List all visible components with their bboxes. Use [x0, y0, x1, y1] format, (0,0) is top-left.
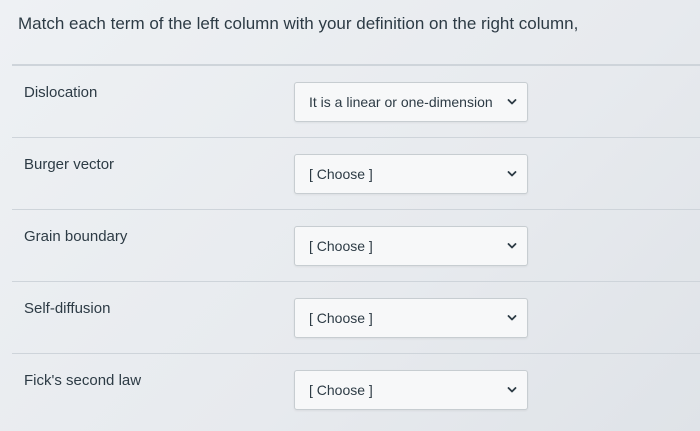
answer-value: [ Choose ]: [309, 382, 373, 398]
term-label: Burger vector: [24, 156, 115, 173]
answer-value: [ Choose ]: [309, 310, 373, 326]
chevron-down-icon: [507, 243, 517, 249]
answer-value: It is a linear or one-dimension: [309, 94, 493, 110]
answer-value: [ Choose ]: [309, 238, 373, 254]
chevron-down-icon: [507, 315, 517, 321]
term-label: Grain boundary: [24, 228, 128, 245]
match-row-dislocation: Dislocation It is a linear or one-dimens…: [12, 66, 700, 138]
answer-select-ficks-second-law[interactable]: [ Choose ]: [294, 370, 528, 410]
answer-select-self-diffusion[interactable]: [ Choose ]: [294, 298, 528, 338]
match-row-grain-boundary: Grain boundary [ Choose ]: [12, 210, 700, 282]
answer-select-dislocation[interactable]: It is a linear or one-dimension: [294, 82, 528, 122]
match-row-ficks-second-law: Fick's second law [ Choose ]: [12, 354, 700, 425]
match-row-burger-vector: Burger vector [ Choose ]: [12, 138, 700, 210]
chevron-down-icon: [507, 171, 517, 177]
match-list: Dislocation It is a linear or one-dimens…: [12, 66, 700, 425]
term-label: Dislocation: [24, 84, 98, 101]
match-row-self-diffusion: Self-diffusion [ Choose ]: [12, 282, 700, 354]
chevron-down-icon: [507, 99, 517, 105]
term-label: Self-diffusion: [24, 300, 111, 317]
question-text: Match each term of the left column with …: [18, 14, 579, 33]
term-label: Fick's second law: [24, 372, 142, 389]
answer-select-burger-vector[interactable]: [ Choose ]: [294, 154, 528, 194]
answer-select-grain-boundary[interactable]: [ Choose ]: [294, 226, 528, 266]
answer-value: [ Choose ]: [309, 166, 373, 182]
chevron-down-icon: [507, 387, 517, 393]
